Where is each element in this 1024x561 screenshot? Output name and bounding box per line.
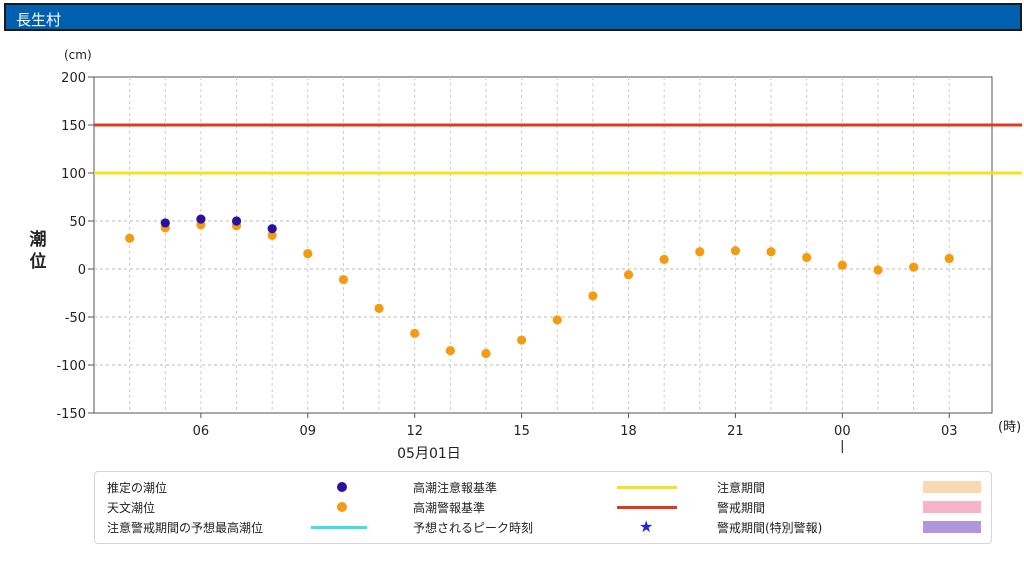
legend-label-caution-standard: 高潮注意報基準 [413,481,498,495]
astronomical-tide-point [552,315,562,325]
x-tick-label: 21 [727,424,744,439]
astronomical-tide-point [338,274,349,285]
y-tick-label: 100 [61,167,86,182]
astronomical-tide-point [837,260,847,270]
astronomical-tide-point [588,291,598,301]
astronomical-tide-point [695,247,705,257]
legend-label-warning-period: 警戒期間 [717,501,766,515]
astronomical-tide-point [481,348,491,359]
astronomical-tide-point [944,253,954,264]
star-icon: ★ [639,517,654,536]
astronomical-tide-point [125,233,135,243]
x-date-label: 05月01日 [397,446,461,462]
x-tick-label: 00 [834,424,851,439]
x-tick-label: 15 [513,424,530,439]
legend-marker-estimated-tide [337,482,347,492]
y-tick-label: 200 [61,71,86,86]
astronomical-tide-point [445,346,455,356]
legend-label-estimated-tide: 推定の潮位 [107,481,168,495]
y-axis-label: 位 [30,251,47,272]
legend-line-max-tide-forecast [311,526,367,529]
astronomical-tide-point [730,246,741,256]
legend-line-warning-standard [617,506,677,509]
x-tick-label: 09 [300,424,317,439]
astronomical-tide-point [410,328,420,338]
astronomical-tide-point [623,270,634,280]
astronomical-tide-point [766,247,776,257]
y-tick-label: -50 [65,311,86,326]
legend-label-astronomical-tide: 天文潮位 [107,501,156,515]
y-tick-label: 150 [61,119,86,134]
y-axis-label: 潮 [30,229,47,250]
astronomical-tide-point [374,303,384,313]
legend-swatch-caution-period [923,481,981,493]
astronomical-tide-point [517,335,527,345]
astronomical-tide-point [802,252,812,263]
y-tick-label: -100 [56,359,86,374]
estimated-tide-point [267,224,277,234]
legend-label-warning-standard: 高潮警報基準 [413,501,486,515]
x-tick-label: 18 [620,424,637,439]
estimated-tide-point [160,218,170,228]
estimated-tide-point [196,214,206,224]
legend-label-peak-time: 予想されるピーク時刻 [413,521,534,535]
legend-line-caution-standard [617,486,677,489]
astronomical-tide-point [303,249,313,259]
y-tick-label: -150 [56,407,86,422]
estimated-tide-point [231,216,242,226]
legend-swatch-warning-period [923,501,981,513]
y-tick-label: 0 [78,263,86,278]
x-tick-label: 03 [941,424,958,439]
legend-label-special-warning-period: 警戒期間(特別警報) [717,521,823,535]
legend-label-max-tide-forecast: 注意警戒期間の予想最高潮位 [107,521,264,535]
x-tick-label: 06 [193,424,210,439]
plot-frame [93,76,993,414]
x-unit-label: (時) [998,420,1021,435]
legend-swatch-special-warning-period [923,521,981,533]
y-unit-label: (cm) [64,48,92,62]
astronomical-tide-point [873,265,883,275]
legend-marker-astronomical-tide [337,502,347,512]
chart-legend: 推定の潮位 高潮注意報基準 注意期間 天文潮位 高潮警報基準 警戒期間 注意警戒… [94,471,992,544]
astronomical-tide-point [659,254,669,264]
x-tick-label: 12 [406,424,423,439]
legend-label-caution-period: 注意期間 [717,481,766,495]
tide-chart: 200 150 100 50 0 -50 -100 -150 06 09 12 15 18 21 00 03 0… [30,48,1022,462]
astronomical-tide-point [909,262,919,272]
y-tick-label: 50 [69,215,86,230]
